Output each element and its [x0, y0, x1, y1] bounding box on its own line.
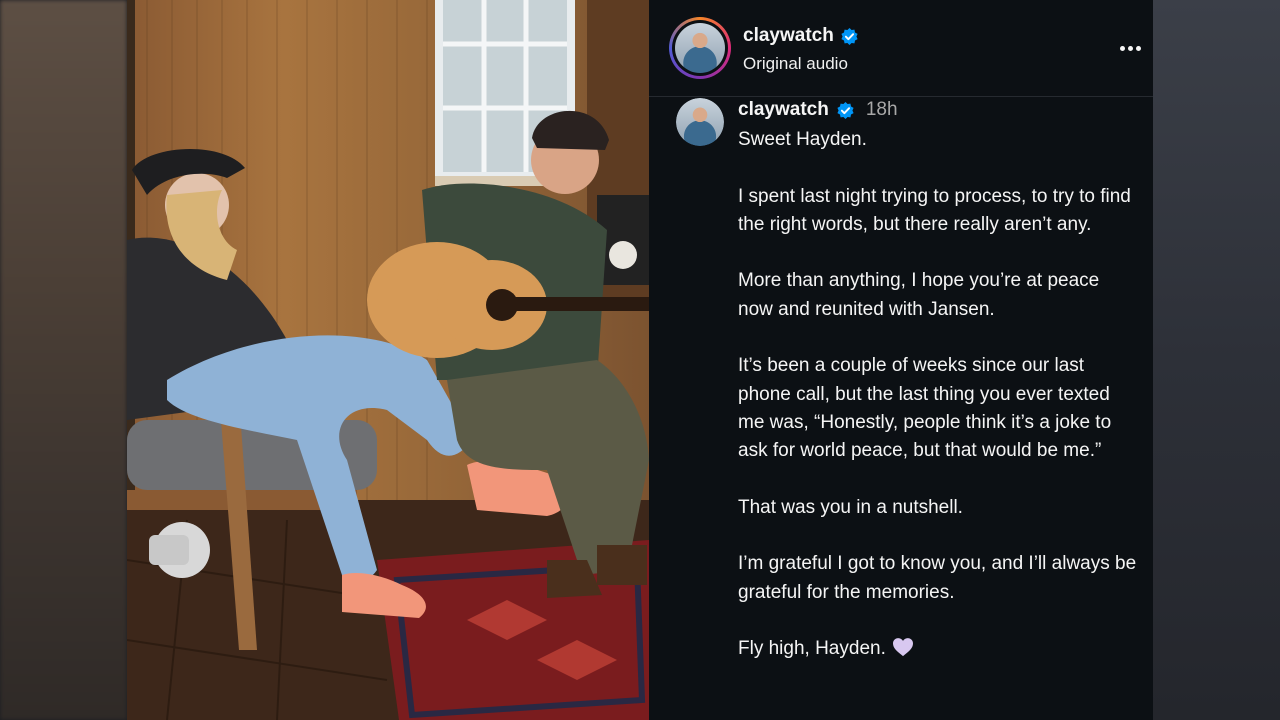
- post-header: claywatch Original audio: [649, 0, 1153, 97]
- blurred-backdrop-right: [1153, 0, 1280, 720]
- audio-label[interactable]: Original audio: [743, 54, 848, 74]
- caption-text: Sweet Hayden. I spent last night trying …: [738, 126, 1138, 692]
- post-timestamp[interactable]: 18h: [866, 99, 898, 121]
- caption-paragraph: I spent last night trying to process, to…: [738, 185, 1131, 235]
- caption-username[interactable]: claywatch: [738, 99, 829, 121]
- story-ring[interactable]: [669, 17, 731, 79]
- heart-icon: [892, 638, 913, 657]
- caption-paragraph: It’s been a couple of weeks since our la…: [738, 355, 1112, 462]
- avatar: [675, 23, 725, 73]
- photo-illustration: [127, 0, 649, 720]
- caption-paragraph: That was you in a nutshell.: [738, 496, 963, 518]
- verified-badge-icon: [837, 101, 854, 119]
- caption-paragraph: Fly high, Hayden.: [738, 638, 886, 660]
- verified-badge-icon: [841, 27, 858, 45]
- caption-avatar[interactable]: [676, 98, 724, 146]
- author-username[interactable]: claywatch: [743, 25, 834, 47]
- screen: claywatch Original audio claywatch 18h S…: [0, 0, 1280, 720]
- post-photo[interactable]: [127, 0, 649, 720]
- caption-paragraph: Sweet Hayden.: [738, 129, 867, 150]
- caption-paragraph: More than anything, I hope you’re at pea…: [738, 270, 1100, 320]
- caption-closing: Fly high, Hayden.: [738, 635, 1138, 663]
- post-detail-panel: claywatch Original audio claywatch 18h S…: [649, 0, 1153, 720]
- author-username-row: claywatch: [743, 25, 859, 47]
- blurred-backdrop-left: [0, 0, 127, 720]
- caption-header: claywatch 18h: [738, 99, 898, 121]
- caption-paragraph: I’m grateful I got to know you, and I’ll…: [738, 553, 1137, 603]
- more-options-icon[interactable]: [1115, 36, 1145, 60]
